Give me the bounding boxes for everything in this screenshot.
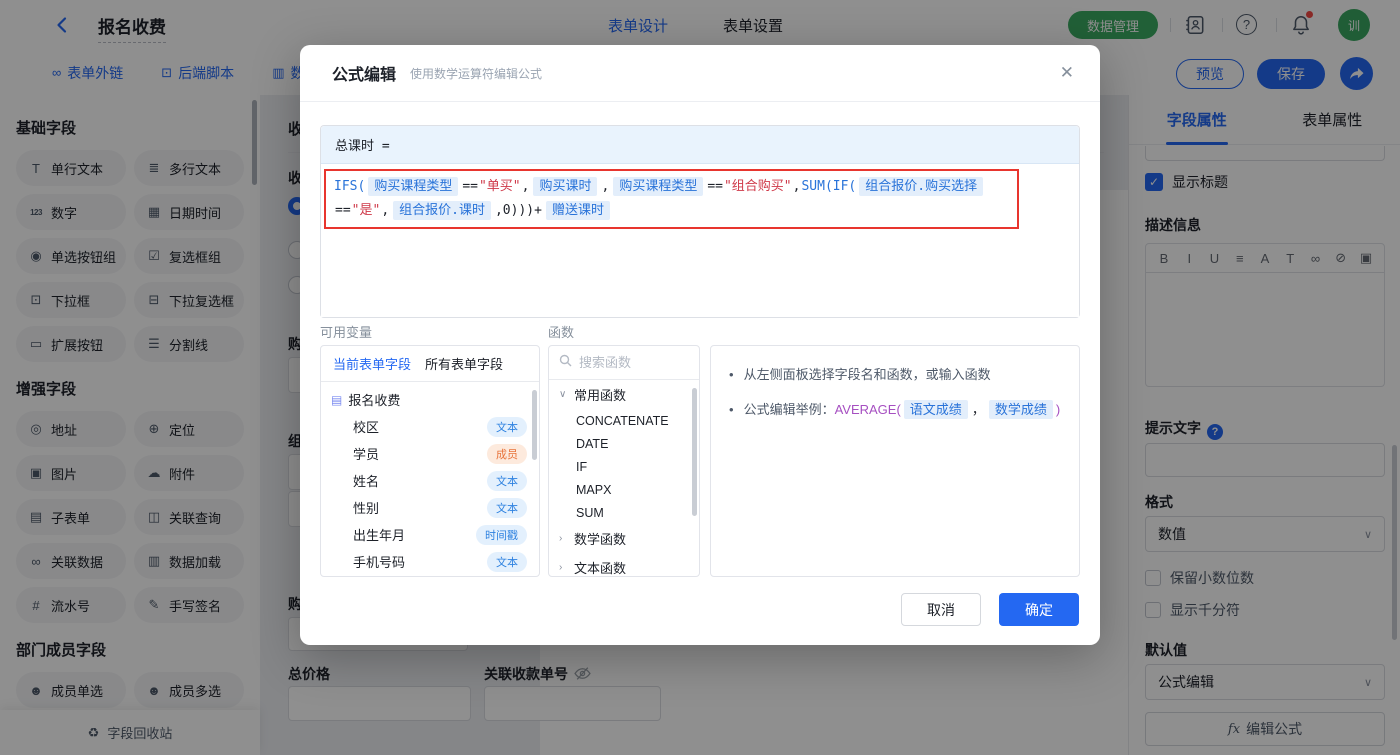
modal-subtitle: 使用数学运算符编辑公式: [410, 66, 543, 81]
function-search[interactable]: [549, 346, 699, 380]
tab-all-form-fields[interactable]: 所有表单字段: [425, 354, 503, 373]
function-group-label: 数学函数: [574, 532, 627, 547]
operator: ==: [462, 179, 478, 194]
field-chip: 赠送课时: [545, 201, 610, 220]
variable-name: 性别: [353, 501, 380, 516]
search-icon: [559, 354, 572, 372]
tab-current-form-fields[interactable]: 当前表单字段: [333, 354, 411, 373]
formula-result-bar: 总课时 =: [321, 126, 1079, 164]
formula-editor: 总课时 = IFS(购买课程类型 =="单买", 购买课时, 购买课程类型 =="组合购…: [320, 125, 1080, 318]
help-tip: • 从左侧面板选择字段名和函数，或输入函数: [729, 364, 1061, 386]
field-chip: 语文成绩: [903, 400, 968, 419]
bullet-icon: •: [729, 402, 734, 417]
variable-row[interactable]: 出生年月 时间戳: [321, 521, 539, 548]
variable-type-badge: 时间戳: [476, 524, 527, 545]
variable-row[interactable]: 手机号码 文本: [321, 548, 539, 575]
function-name: ): [1055, 402, 1061, 417]
operator: ，: [971, 402, 985, 417]
field-chip: 购买课程类型: [613, 177, 704, 196]
cancel-button[interactable]: 取消: [901, 593, 981, 626]
chevron-right-icon: ›: [559, 562, 563, 573]
confirm-button[interactable]: 确定: [999, 593, 1079, 626]
chevron-down-icon: ∨: [559, 389, 567, 400]
field-chip: 购买课时: [533, 177, 598, 196]
string-literal: "组合购买": [723, 179, 792, 194]
operator: ,: [601, 179, 610, 194]
function-item[interactable]: IF: [549, 455, 699, 478]
operator: ==: [707, 179, 723, 194]
help-tip-text: 从左侧面板选择字段名和函数，或输入函数: [743, 367, 991, 382]
variables-tabs: 当前表单字段 所有表单字段: [321, 346, 539, 382]
operator: ,: [381, 203, 390, 218]
function-item[interactable]: DATE: [549, 432, 699, 455]
help-example-text: 公式编辑举例：AVERAGE(语文成绩，数学成绩): [743, 400, 1061, 419]
field-chip: 组合报价.课时: [393, 201, 491, 220]
formula-editor-modal: 公式编辑 使用数学运算符编辑公式 ✕ 总课时 = IFS(购买课程类型 =="单买…: [300, 45, 1100, 645]
operator: ==: [335, 203, 351, 218]
variable-name: 校区: [353, 420, 380, 435]
function-name: IF(: [832, 179, 857, 194]
variable-name: 姓名: [353, 474, 380, 489]
function-item[interactable]: SUM: [549, 501, 699, 524]
variable-row[interactable]: 姓名 文本: [321, 467, 539, 494]
function-item[interactable]: MAPX: [549, 478, 699, 501]
function-group-collapsed[interactable]: › 数学函数: [549, 524, 699, 553]
form-tree-root-label: 报名收费: [348, 393, 401, 408]
modal-title: 公式编辑: [332, 67, 397, 84]
variable-type-badge: 文本: [487, 551, 527, 572]
variable-type-badge: 成员: [487, 443, 527, 464]
function-group-collapsed[interactable]: › 文本函数: [549, 553, 699, 576]
variables-panel: 当前表单字段 所有表单字段 ▤ 报名收费 校区 文本 学员 成员 姓名 文本 性别 文本 出生年月…: [320, 345, 540, 577]
form-tree-root[interactable]: ▤ 报名收费: [321, 382, 539, 413]
variable-row[interactable]: 学员 成员: [321, 440, 539, 467]
function-group-expanded[interactable]: ∨ 常用函数: [549, 380, 699, 409]
chevron-right-icon: ›: [559, 533, 563, 544]
variable-name: 出生年月: [353, 528, 406, 543]
function-group-label: 文本函数: [574, 561, 627, 576]
function-item[interactable]: CONCATENATE: [549, 409, 699, 432]
functions-label: 函数: [548, 325, 575, 340]
variable-row[interactable]: 校区 文本: [321, 413, 539, 440]
operator: ,: [792, 179, 801, 194]
formula-highlight-box: IFS(购买课程类型 =="单买", 购买课时, 购买课程类型 =="组合购买",SUM…: [324, 169, 1019, 229]
variables-scrollbar[interactable]: [532, 390, 537, 460]
modal-header: 公式编辑 使用数学运算符编辑公式 ✕: [300, 45, 1100, 102]
variable-name: 学员: [353, 447, 380, 462]
variable-type-badge: 文本: [487, 416, 527, 437]
bullet-icon: •: [729, 367, 734, 382]
formula-input-area[interactable]: IFS(购买课程类型 =="单买", 购买课时, 购买课程类型 =="组合购买",SUM…: [321, 164, 1079, 317]
functions-panel: ∨ 常用函数 CONCATENATEDATEIFMAPXSUM › 数学函数 › 文本函数: [548, 345, 700, 577]
field-chip: 数学成绩: [988, 400, 1053, 419]
functions-scrollbar[interactable]: [692, 388, 697, 516]
function-name: AVERAGE(: [834, 402, 901, 417]
variable-type-badge: 文本: [487, 497, 527, 518]
function-name: IFS(: [334, 179, 366, 194]
document-icon: ▤: [331, 392, 343, 407]
help-example: • 公式编辑举例：AVERAGE(语文成绩，数学成绩): [729, 399, 1061, 421]
function-group-label: 常用函数: [574, 388, 627, 403]
function-name: SUM(: [801, 179, 833, 194]
field-chip: 购买课程类型: [368, 177, 459, 196]
formula-help-panel: • 从左侧面板选择字段名和函数，或输入函数 • 公式编辑举例：AVERAGE(语…: [710, 345, 1080, 577]
variable-name: 手机号码: [353, 555, 406, 570]
variable-row[interactable]: 性别 文本: [321, 494, 539, 521]
variables-label: 可用变量: [320, 325, 373, 340]
string-literal: "单买": [478, 179, 521, 194]
string-literal: "是": [351, 203, 381, 218]
operator: ,: [521, 179, 530, 194]
operator: ,0)))+: [494, 203, 542, 218]
variable-type-badge: 文本: [487, 470, 527, 491]
close-icon[interactable]: ✕: [1060, 63, 1074, 83]
field-chip: 组合报价.购买选择: [859, 177, 984, 196]
function-search-input[interactable]: [579, 355, 679, 370]
